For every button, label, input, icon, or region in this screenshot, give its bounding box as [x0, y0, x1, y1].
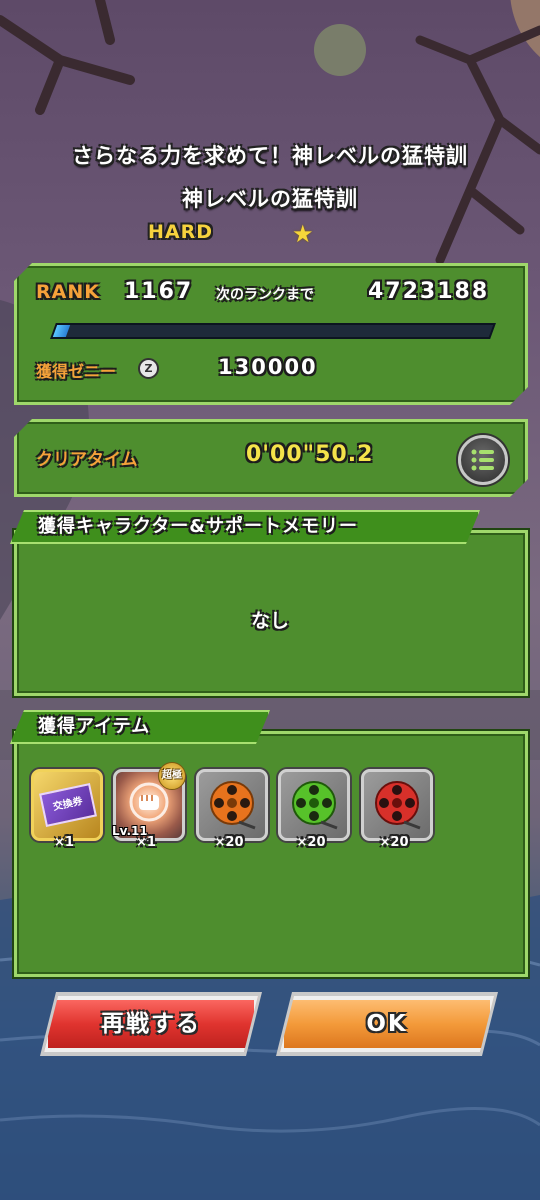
exchange-ticket-icon: 交換券 — [39, 782, 97, 828]
characters-empty-text: なし — [250, 610, 289, 632]
zeni-value: 130000 — [218, 355, 318, 379]
next-rank-label: 次のランクまで — [216, 287, 314, 303]
items-section-title: 獲得アイテム — [10, 710, 270, 744]
green-film-reel-icon — [292, 781, 338, 830]
orange-film-reel-icon — [210, 781, 256, 830]
rank-progress-fill — [52, 325, 71, 337]
item-slot[interactable]: 交換券 — [31, 769, 103, 841]
next-rank-value: 4723188 — [368, 279, 490, 304]
red-film-reel-icon — [375, 781, 421, 830]
item-count: ×20 — [379, 835, 409, 850]
item-slot[interactable] — [278, 769, 350, 841]
item-badge: 超極 — [158, 762, 186, 790]
ok-button[interactable]: OK — [280, 996, 494, 1052]
list-button[interactable] — [458, 435, 508, 485]
item-count: ×1 — [136, 835, 156, 850]
difficulty-star-icon: ★ — [292, 220, 314, 248]
clear-time-label: クリアタイム — [36, 450, 138, 470]
zeni-coin-icon: Z — [138, 358, 159, 379]
item-count: ×20 — [214, 835, 244, 850]
rank-label: RANK — [36, 281, 100, 303]
items-panel — [14, 731, 528, 977]
item-slot[interactable] — [361, 769, 433, 841]
rank-value: 1167 — [124, 279, 194, 304]
rank-progress-bar — [50, 323, 496, 339]
retry-button[interactable]: 再戦する — [44, 996, 258, 1052]
stage-subtitle: 神レベルの猛特訓 — [182, 187, 358, 211]
item-count: ×20 — [296, 835, 326, 850]
clear-time-value: 0'00"50.2 — [246, 442, 374, 467]
characters-section-title: 獲得キャラクター&サポートメモリー — [10, 510, 480, 544]
item-slot[interactable] — [196, 769, 268, 841]
stage-title: さらなる力を求めて！神レベルの猛特訓 — [72, 144, 468, 168]
difficulty-label: HARD — [148, 221, 214, 243]
item-count: ×1 — [54, 835, 74, 850]
zeni-label: 獲得ゼニー — [36, 362, 117, 381]
list-icon — [471, 449, 494, 471]
